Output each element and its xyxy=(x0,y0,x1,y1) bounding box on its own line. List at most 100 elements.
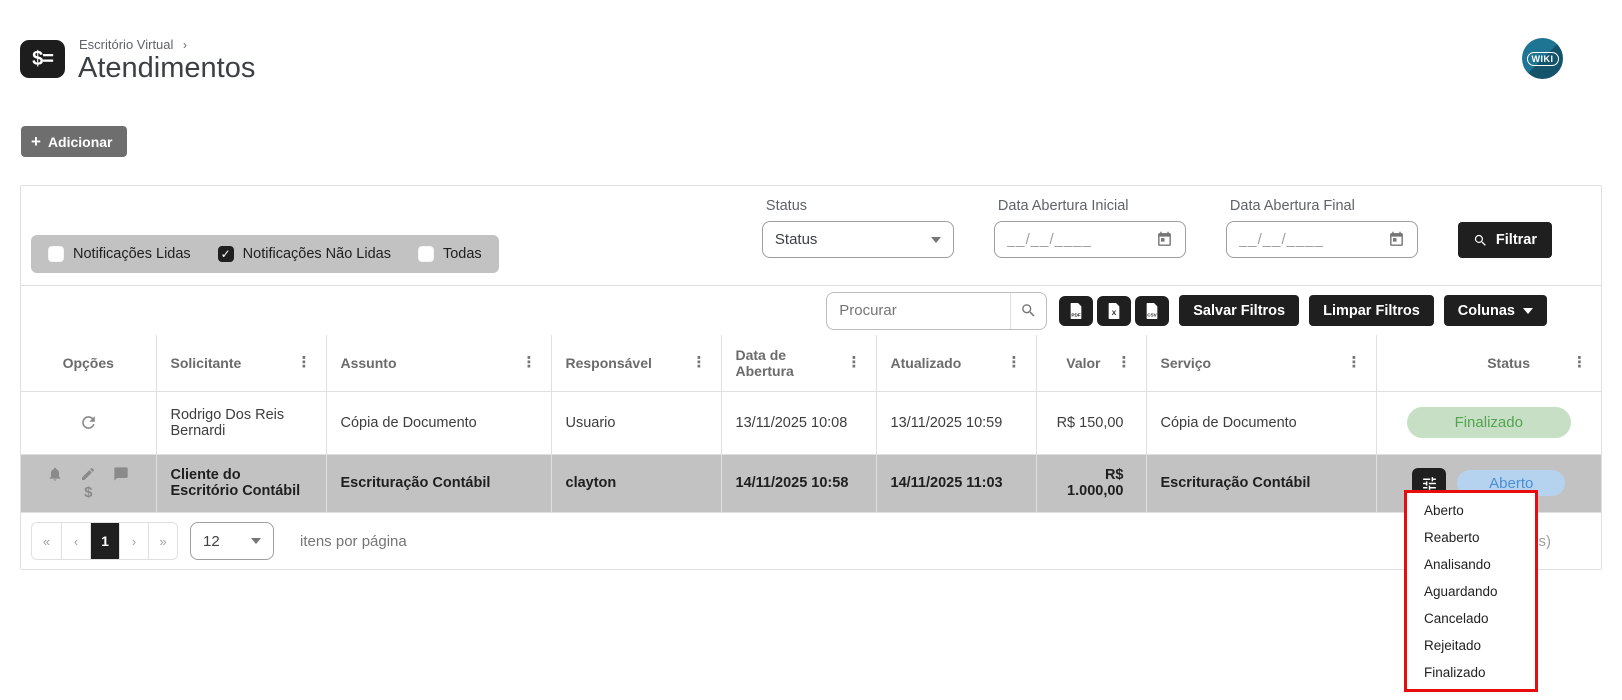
status-menu-item-aberto[interactable]: Aberto xyxy=(1407,497,1535,524)
col-header-opcoes: Opções xyxy=(21,335,156,391)
calendar-icon[interactable] xyxy=(1156,231,1173,248)
table-row-selected: $ Cliente do Escritório Contábil Escritu… xyxy=(21,454,1601,512)
column-menu-icon[interactable]: ⋮ xyxy=(1007,355,1022,370)
cell-valor: R$ 150,00 xyxy=(1036,391,1146,454)
export-pdf-button[interactable]: PDF xyxy=(1059,296,1093,326)
checkbox-label: Notificações Lidas xyxy=(73,246,191,262)
cell-solicitante: Cliente do Escritório Contábil xyxy=(156,454,326,512)
date-start-input[interactable] xyxy=(1007,231,1150,248)
pdf-icon-label: PDF xyxy=(1072,312,1081,317)
items-per-page-label: itens por página xyxy=(300,533,407,550)
current-page-button[interactable]: 1 xyxy=(90,523,119,559)
search-row: PDF X CSV Salvar Filtros Limpar Filtros … xyxy=(21,285,1601,335)
notification-filter-group: Notificações Lidas ✓ Notificações Não Li… xyxy=(31,235,499,273)
col-header-valor[interactable]: Valor⋮ xyxy=(1036,335,1146,391)
chevron-down-icon xyxy=(251,538,261,544)
cell-solicitante: Rodrigo Dos Reis Bernardi xyxy=(156,391,326,454)
column-menu-icon[interactable]: ⋮ xyxy=(692,355,707,370)
col-header-atualizado[interactable]: Atualizado⋮ xyxy=(876,335,1036,391)
status-menu-item-analisando[interactable]: Analisando xyxy=(1407,551,1535,578)
checkbox-icon[interactable] xyxy=(418,246,434,262)
filter-button[interactable]: Filtrar xyxy=(1458,222,1552,258)
date-start-label: Data Abertura Inicial xyxy=(998,198,1186,214)
cell-responsavel: clayton xyxy=(551,454,721,512)
export-xls-button[interactable]: X xyxy=(1097,296,1131,326)
save-filters-label: Salvar Filtros xyxy=(1193,303,1285,319)
page-title: Atendimentos xyxy=(78,52,255,85)
col-header-responsavel[interactable]: Responsável⋮ xyxy=(551,335,721,391)
cell-responsavel: Usuario xyxy=(551,391,721,454)
filter-fields: Status Status Data Abertura Inicial Data… xyxy=(762,198,1552,258)
next-page-button[interactable]: › xyxy=(119,523,148,559)
last-page-button[interactable]: » xyxy=(148,523,177,559)
status-select[interactable]: Status xyxy=(762,221,954,258)
column-menu-icon[interactable]: ⋮ xyxy=(1572,355,1587,370)
column-menu-icon[interactable]: ⋮ xyxy=(1117,355,1132,370)
edit-pencil-icon[interactable] xyxy=(80,466,96,482)
checkbox-icon[interactable]: ✓ xyxy=(218,246,234,262)
cell-data-abertura: 14/11/2025 10:58 xyxy=(721,454,876,512)
checkbox-notificacoes-lidas[interactable]: Notificações Lidas xyxy=(48,246,191,262)
checkbox-notificacoes-nao-lidas[interactable]: ✓ Notificações Não Lidas xyxy=(218,246,391,262)
status-menu-item-finalizado[interactable]: Finalizado xyxy=(1407,659,1535,686)
columns-button[interactable]: Colunas xyxy=(1444,295,1547,326)
cell-assunto: Escrituração Contábil xyxy=(326,454,551,512)
date-end-field: Data Abertura Final xyxy=(1226,198,1418,258)
cell-atualizado: 14/11/2025 11:03 xyxy=(876,454,1036,512)
add-button[interactable]: + Adicionar xyxy=(21,126,127,157)
clear-filters-label: Limpar Filtros xyxy=(1323,303,1420,319)
status-menu-item-cancelado[interactable]: Cancelado xyxy=(1407,605,1535,632)
wiki-badge-label: WIKI xyxy=(1527,52,1559,66)
wiki-badge[interactable]: WIKI xyxy=(1522,38,1563,79)
prev-page-button[interactable]: ‹ xyxy=(61,523,90,559)
checkbox-label: Todas xyxy=(443,246,482,262)
comment-icon[interactable] xyxy=(113,466,129,482)
column-menu-icon[interactable]: ⋮ xyxy=(1347,355,1362,370)
filter-row: Notificações Lidas ✓ Notificações Não Li… xyxy=(21,186,1601,285)
cell-assunto: Cópia de Documento xyxy=(326,391,551,454)
date-end-label: Data Abertura Final xyxy=(1230,198,1418,214)
cell-servico: Escrituração Contábil xyxy=(1146,454,1376,512)
chevron-down-icon xyxy=(1523,308,1533,314)
notification-bell-icon[interactable] xyxy=(47,466,63,482)
first-page-button[interactable]: « xyxy=(32,523,61,559)
col-header-solicitante[interactable]: Solicitante⋮ xyxy=(156,335,326,391)
calendar-icon[interactable] xyxy=(1388,231,1405,248)
columns-button-label: Colunas xyxy=(1458,303,1515,319)
page-size-select[interactable]: 12 xyxy=(190,522,274,560)
status-menu-item-reaberto[interactable]: Reaberto xyxy=(1407,524,1535,551)
csv-icon-label: CSV xyxy=(1147,312,1157,317)
status-menu-item-aguardando[interactable]: Aguardando xyxy=(1407,578,1535,605)
checkbox-icon[interactable] xyxy=(48,246,64,262)
plus-icon: + xyxy=(31,133,41,150)
col-header-status[interactable]: Status⋮ xyxy=(1376,335,1601,391)
date-end-input[interactable] xyxy=(1239,231,1382,248)
breadcrumb[interactable]: Escritório Virtual › xyxy=(79,37,187,52)
column-menu-icon[interactable]: ⋮ xyxy=(847,355,862,370)
column-menu-icon[interactable]: ⋮ xyxy=(522,355,537,370)
checkbox-todas[interactable]: Todas xyxy=(418,246,482,262)
cell-atualizado: 13/11/2025 10:59 xyxy=(876,391,1036,454)
add-button-label: Adicionar xyxy=(48,134,113,150)
pagination-row: « ‹ 1 › » 12 itens por página ns) xyxy=(21,512,1601,569)
cell-servico: Cópia de Documento xyxy=(1146,391,1376,454)
dollar-icon[interactable]: $ xyxy=(84,484,92,501)
export-csv-button[interactable]: CSV xyxy=(1135,296,1169,326)
col-header-assunto[interactable]: Assunto⋮ xyxy=(326,335,551,391)
atendimentos-panel: Notificações Lidas ✓ Notificações Não Li… xyxy=(20,185,1602,570)
col-header-servico[interactable]: Serviço⋮ xyxy=(1146,335,1376,391)
atendimentos-table: Opções Solicitante⋮ Assunto⋮ Responsável… xyxy=(21,335,1601,512)
search-input[interactable] xyxy=(827,302,1010,319)
save-filters-button[interactable]: Salvar Filtros xyxy=(1179,295,1299,326)
cell-valor: R$ 1.000,00 xyxy=(1036,454,1146,512)
status-field: Status Status xyxy=(762,198,954,258)
refresh-icon[interactable] xyxy=(35,413,142,432)
table-row: Rodrigo Dos Reis Bernardi Cópia de Docum… xyxy=(21,391,1601,454)
clear-filters-button[interactable]: Limpar Filtros xyxy=(1309,295,1434,326)
column-menu-icon[interactable]: ⋮ xyxy=(297,355,312,370)
table-header-row: Opções Solicitante⋮ Assunto⋮ Responsável… xyxy=(21,335,1601,391)
breadcrumb-link[interactable]: Escritório Virtual xyxy=(79,37,173,52)
search-icon[interactable] xyxy=(1010,293,1046,329)
status-menu-item-rejeitado[interactable]: Rejeitado xyxy=(1407,632,1535,659)
col-header-data-abertura[interactable]: Data de Abertura⋮ xyxy=(721,335,876,391)
